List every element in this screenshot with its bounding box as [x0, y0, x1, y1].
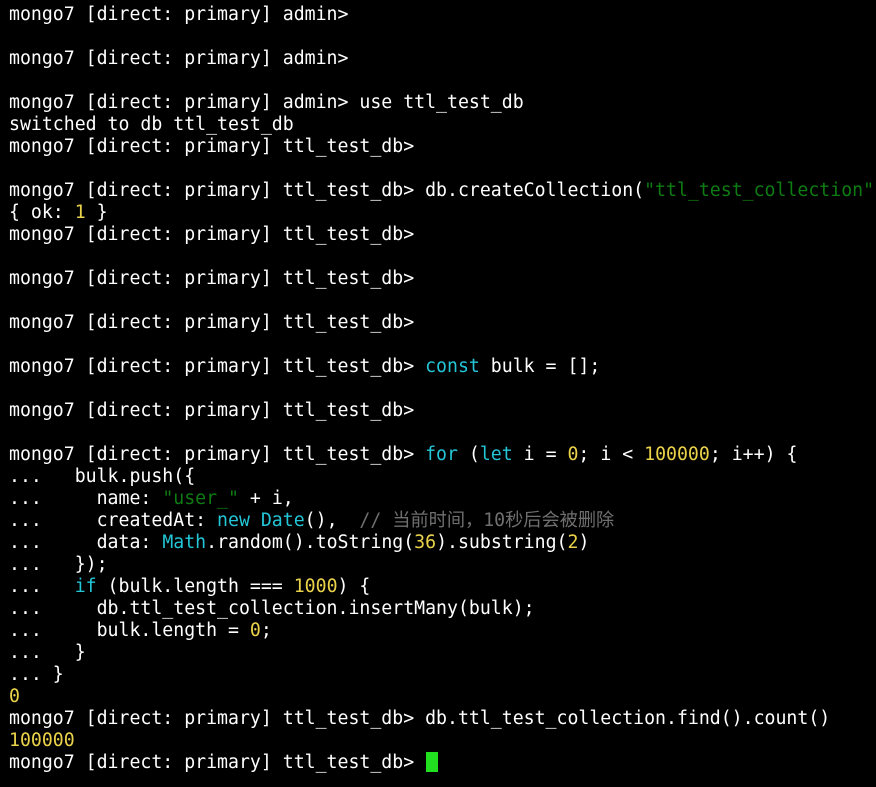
- terminal-text-segment: Date: [260, 510, 305, 531]
- terminal-text-segment: ) {: [337, 576, 371, 597]
- terminal-line: ... }: [9, 642, 876, 664]
- terminal-line: switched to db ttl_test_db: [9, 114, 876, 136]
- terminal-text-segment: bulk = [];: [479, 356, 601, 377]
- terminal-cursor: [426, 752, 439, 772]
- terminal-text-segment: ... });: [9, 554, 108, 575]
- terminal-text-segment: i =: [512, 444, 568, 465]
- terminal-line: mongo7 [direct: primary] ttl_test_db>: [9, 752, 876, 774]
- terminal-text-segment: }: [85, 202, 108, 223]
- terminal-text-segment: ... data:: [9, 532, 163, 553]
- terminal-text-segment: ): [578, 532, 590, 553]
- terminal-window[interactable]: mongo7 [direct: primary] admin> mongo7 […: [0, 0, 876, 787]
- terminal-line: ... createdAt: new Date(), // 当前时间，10秒后会…: [9, 510, 876, 532]
- terminal-text-segment: (: [457, 444, 480, 465]
- terminal-text-segment: 1000: [293, 576, 338, 597]
- terminal-text-segment: mongo7 [direct: primary] admin> use ttl_…: [9, 92, 524, 113]
- terminal-line: mongo7 [direct: primary] ttl_test_db>: [9, 312, 876, 334]
- terminal-text-segment: ... }: [9, 664, 64, 685]
- terminal-text-segment: 0: [249, 620, 261, 641]
- terminal-line: 100000: [9, 730, 876, 752]
- terminal-output: mongo7 [direct: primary] admin> mongo7 […: [0, 0, 876, 774]
- terminal-text-segment: "user_": [162, 488, 239, 509]
- terminal-line: ... bulk.length = 0;: [9, 620, 876, 642]
- terminal-text-segment: 0: [567, 444, 579, 465]
- terminal-text-segment: // 当前时间，10秒后会被删除: [359, 510, 615, 531]
- terminal-text-segment: switched to db ttl_test_db: [9, 114, 294, 135]
- terminal-line: mongo7 [direct: primary] ttl_test_db> fo…: [9, 444, 876, 466]
- terminal-text-segment: ; i++) {: [709, 444, 798, 465]
- terminal-line: mongo7 [direct: primary] admin>: [9, 48, 876, 70]
- terminal-text-segment: for: [425, 444, 458, 465]
- terminal-line: ... name: "user_" + i,: [9, 488, 876, 510]
- terminal-line: ... db.ttl_test_collection.insertMany(bu…: [9, 598, 876, 620]
- terminal-line: ... data: Math.random().toString(36).sub…: [9, 532, 876, 554]
- terminal-text-segment: mongo7 [direct: primary] admin>: [9, 48, 360, 69]
- terminal-text-segment: mongo7 [direct: primary] ttl_test_db> db…: [9, 708, 831, 729]
- terminal-line: ... });: [9, 554, 876, 576]
- terminal-text-segment: mongo7 [direct: primary] ttl_test_db>: [9, 444, 426, 465]
- terminal-line: ... if (bulk.length === 1000) {: [9, 576, 876, 598]
- terminal-text-segment: ).substring(: [436, 532, 568, 553]
- terminal-text-segment: mongo7 [direct: primary] ttl_test_db>: [9, 752, 426, 773]
- terminal-text-segment: ... name:: [9, 488, 163, 509]
- terminal-line: mongo7 [direct: primary] ttl_test_db>: [9, 224, 876, 246]
- terminal-text-segment: ... db.ttl_test_collection.insertMany(bu…: [9, 598, 535, 619]
- terminal-text-segment: mongo7 [direct: primary] ttl_test_db>: [9, 356, 426, 377]
- terminal-text-segment: const: [425, 356, 480, 377]
- terminal-text-segment: ; i <: [578, 444, 645, 465]
- terminal-text-segment: ... createdAt:: [9, 510, 218, 531]
- terminal-text-segment: new: [217, 510, 250, 531]
- terminal-line: 0: [9, 686, 876, 708]
- terminal-line: ... }: [9, 664, 876, 686]
- terminal-line: mongo7 [direct: primary] ttl_test_db> db…: [9, 180, 876, 202]
- terminal-text-segment: let: [479, 444, 513, 465]
- terminal-text-segment: ...: [9, 576, 75, 597]
- terminal-text-segment: { ok:: [9, 202, 75, 223]
- terminal-text-segment: ... bulk.push({: [9, 466, 196, 487]
- terminal-text-segment: + i,: [238, 488, 294, 509]
- terminal-text-segment: Math: [162, 532, 207, 553]
- terminal-text-segment: mongo7 [direct: primary] ttl_test_db>: [9, 312, 426, 333]
- terminal-text-segment: mongo7 [direct: primary] ttl_test_db>: [9, 268, 426, 289]
- terminal-text-segment: ... bulk.length =: [9, 620, 250, 641]
- terminal-line: mongo7 [direct: primary] admin>: [9, 4, 876, 26]
- terminal-line: mongo7 [direct: primary] ttl_test_db>: [9, 136, 876, 158]
- terminal-text-segment: (),: [304, 510, 360, 531]
- terminal-line: ... bulk.push({: [9, 466, 876, 488]
- terminal-line: mongo7 [direct: primary] ttl_test_db> co…: [9, 356, 876, 378]
- terminal-line: mongo7 [direct: primary] ttl_test_db>: [9, 400, 876, 422]
- terminal-text-segment: 100000: [644, 444, 710, 465]
- terminal-text-segment: mongo7 [direct: primary] admin>: [9, 4, 360, 25]
- terminal-text-segment: 0: [9, 686, 20, 707]
- terminal-text-segment: 2: [567, 532, 579, 553]
- terminal-text-segment: ... }: [9, 642, 86, 663]
- terminal-text-segment: .random().toString(: [206, 532, 415, 553]
- terminal-text-segment: mongo7 [direct: primary] ttl_test_db>: [9, 400, 426, 421]
- terminal-text-segment: (bulk.length ===: [96, 576, 294, 597]
- terminal-text-segment: 36: [414, 532, 437, 553]
- terminal-text-segment: mongo7 [direct: primary] ttl_test_db>: [9, 224, 426, 245]
- terminal-text-segment: 1: [74, 202, 86, 223]
- terminal-line: { ok: 1 }: [9, 202, 876, 224]
- terminal-text-segment: "ttl_test_collection": [644, 180, 875, 201]
- terminal-text-segment: ;: [260, 620, 272, 641]
- terminal-line: mongo7 [direct: primary] ttl_test_db>: [9, 268, 876, 290]
- terminal-line: mongo7 [direct: primary] admin> use ttl_…: [9, 92, 876, 114]
- terminal-text-segment: mongo7 [direct: primary] ttl_test_db>: [9, 136, 426, 157]
- terminal-text-segment: if: [74, 576, 97, 597]
- terminal-text-segment: 100000: [9, 730, 75, 751]
- terminal-text-segment: mongo7 [direct: primary] ttl_test_db> db…: [9, 180, 645, 201]
- terminal-line: mongo7 [direct: primary] ttl_test_db> db…: [9, 708, 876, 730]
